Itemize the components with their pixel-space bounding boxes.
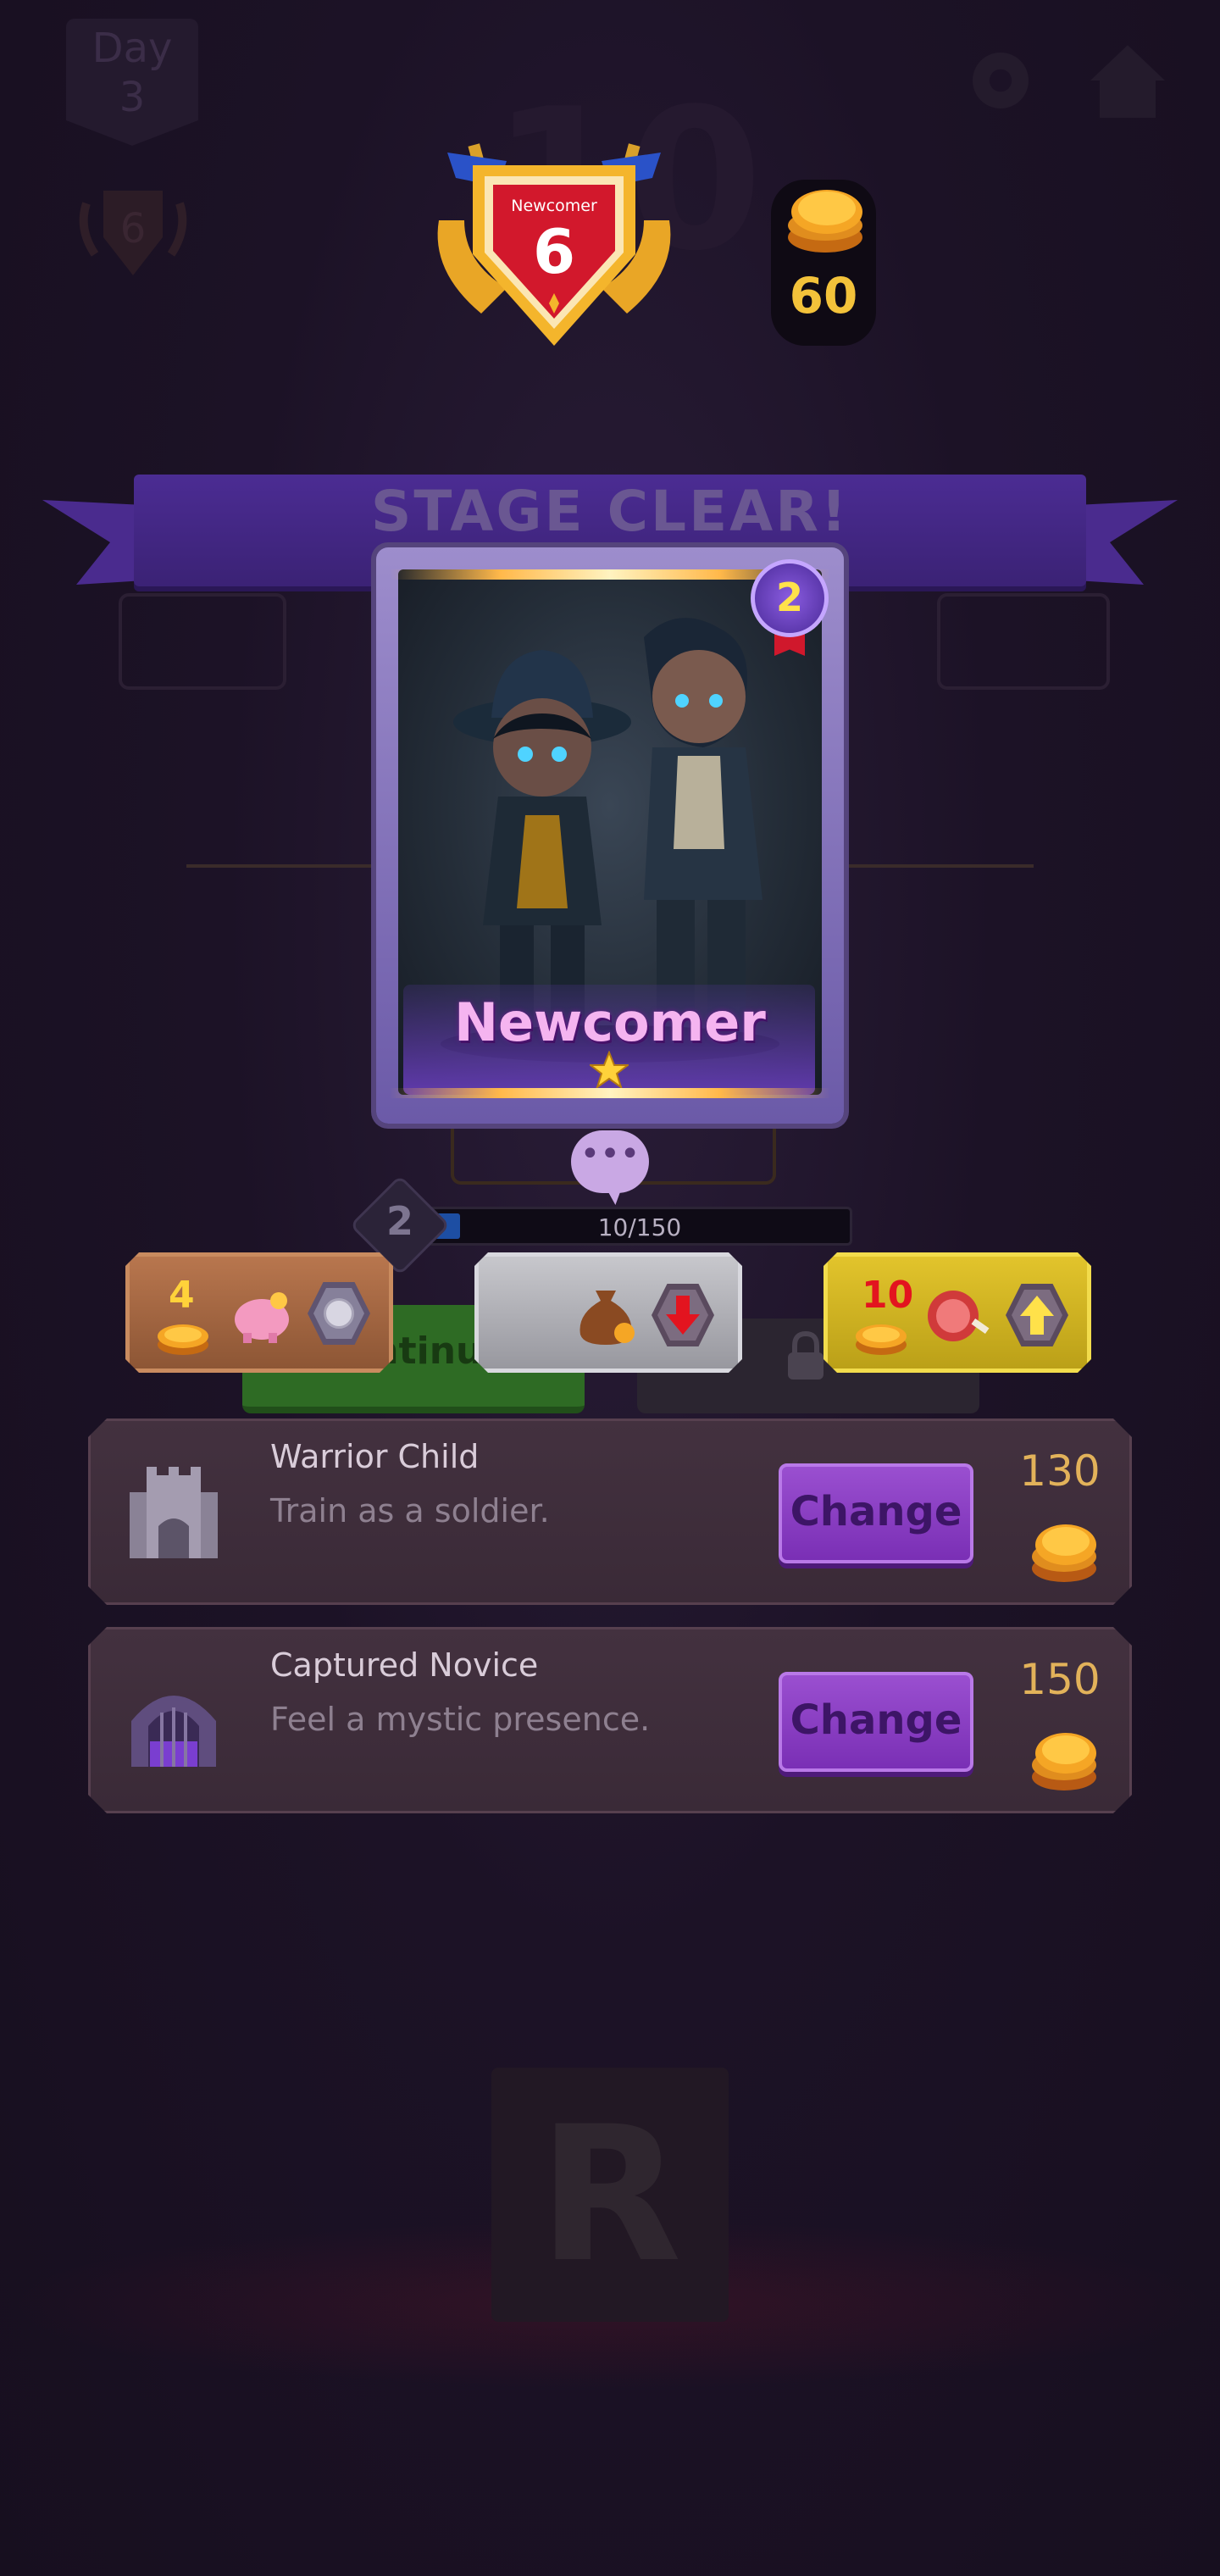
arrow-up-icon: [1006, 1284, 1068, 1346]
change-button[interactable]: Change: [779, 1463, 973, 1563]
coin-stack-icon: [1028, 1726, 1101, 1799]
day-number: 3: [119, 74, 146, 121]
job-row-warrior-child[interactable]: Warrior Child Train as a soldier. Change…: [88, 1418, 1132, 1605]
rank-level: 6: [532, 216, 576, 287]
coin-count: 60: [789, 267, 858, 325]
card-glow-bottom: [390, 1088, 830, 1098]
background-letter-tile: R: [491, 2068, 729, 2322]
option-1-number: 4: [169, 1274, 195, 1317]
option-card-2[interactable]: [474, 1252, 742, 1373]
castle-icon: [125, 1467, 223, 1560]
job-price: 150: [1019, 1655, 1101, 1704]
rank-title: Newcomer: [511, 197, 597, 215]
change-button[interactable]: Change: [779, 1672, 973, 1772]
job-price: 130: [1019, 1446, 1101, 1496]
xp-text: 10/150: [597, 1213, 682, 1241]
option-card-1[interactable]: 4: [125, 1252, 393, 1373]
job-subtitle: Train as a soldier.: [270, 1492, 550, 1530]
home-icon: [1090, 45, 1165, 119]
job-title: Captured Novice: [270, 1646, 539, 1684]
meat-icon: [923, 1282, 994, 1348]
background-panel-left: [119, 593, 286, 690]
background-shield: 6: [69, 169, 197, 288]
coin-stack-icon: [788, 190, 862, 253]
day-indicator: Day 3: [66, 19, 198, 146]
money-bag-icon: [572, 1280, 640, 1348]
background-shield-number: 6: [119, 205, 147, 253]
star-icon: [590, 1051, 629, 1090]
job-row-captured-novice[interactable]: Captured Novice Feel a mystic presence. …: [88, 1627, 1132, 1813]
day-label: Day: [92, 25, 173, 72]
piggy-bank-icon: [228, 1285, 294, 1345]
background-panel-right: [937, 593, 1110, 690]
gear-icon: [973, 53, 1029, 108]
card-name: Newcomer: [454, 991, 766, 1053]
arrow-down-icon: [652, 1284, 714, 1346]
card-level-badge: 2: [751, 559, 829, 637]
job-subtitle: Feel a mystic presence.: [270, 1701, 651, 1738]
xp-level: 2: [385, 1198, 413, 1244]
job-title: Warrior Child: [270, 1438, 480, 1475]
coin-stack-icon: [1028, 1518, 1101, 1591]
option-card-3[interactable]: 10: [824, 1252, 1091, 1373]
coin-stack-icon: [853, 1318, 909, 1357]
coin-stack-icon: [155, 1318, 211, 1357]
disc-icon: [308, 1282, 370, 1345]
dungeon-gate-icon: [125, 1679, 223, 1767]
chat-bubble-tail: [603, 1183, 624, 1205]
lock-icon: [788, 1330, 824, 1380]
option-3-number: 10: [862, 1274, 914, 1317]
banner-title: STAGE CLEAR!: [370, 479, 850, 544]
